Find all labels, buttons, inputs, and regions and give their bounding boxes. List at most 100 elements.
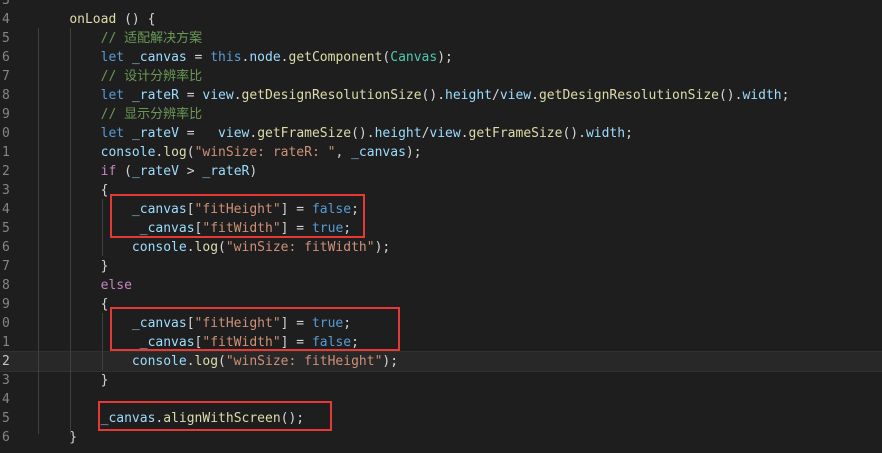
code-token: getDesignResolutionSize xyxy=(538,88,719,103)
code-text: } xyxy=(38,428,77,447)
line-number: 1 xyxy=(2,145,10,160)
code-token: let xyxy=(100,50,125,65)
code-token: ( xyxy=(218,240,226,255)
line-number: 4 xyxy=(2,202,10,217)
code-token: ); xyxy=(382,354,399,369)
code-token: ) xyxy=(249,164,258,179)
code-token: width xyxy=(742,88,782,103)
code-token: . xyxy=(280,50,289,65)
code-token: // 显示分辨率比 xyxy=(100,107,203,122)
code-token: . xyxy=(249,126,258,141)
code-token: > xyxy=(178,164,203,179)
code-token: view xyxy=(429,126,461,141)
code-text: console.log("winSize: fitHeight"); xyxy=(38,352,398,371)
code-line[interactable]: 8 let _rateR = view.getDesignResolutionS… xyxy=(0,86,882,105)
code-token: getFrameSize xyxy=(257,126,352,141)
code-text: else xyxy=(38,276,132,295)
code-token: { xyxy=(38,297,109,312)
line-number: 5 xyxy=(2,31,10,46)
code-token: } xyxy=(38,259,109,274)
code-token: } xyxy=(38,430,78,445)
code-token: = xyxy=(178,88,203,103)
code-token: (). xyxy=(351,126,375,141)
code-token: _canvas xyxy=(131,50,187,65)
code-token: . xyxy=(186,240,195,255)
code-line[interactable]: 3 } xyxy=(0,371,882,390)
code-text: } xyxy=(38,371,109,390)
line-number: 7 xyxy=(2,259,10,274)
code-token: getFrameSize xyxy=(468,126,563,141)
code-token: console xyxy=(131,240,187,255)
code-token: (). xyxy=(718,88,743,103)
code-editor[interactable]: 34 onLoad () {5 // 适配解决方案 6 let _canvas =… xyxy=(0,0,882,453)
line-number: 6 xyxy=(2,430,10,445)
code-token: log xyxy=(194,354,219,369)
highlight-box-align-call xyxy=(98,401,332,431)
code-token: = xyxy=(186,50,211,65)
code-token: if xyxy=(100,164,117,179)
line-number: 3 xyxy=(2,183,10,198)
code-line[interactable]: 0 let _rateV = view.getFrameSize().heigh… xyxy=(0,124,882,143)
code-token: "winSize: fitWidth" xyxy=(225,240,375,255)
code-text: // 显示分辨率比 xyxy=(38,105,202,124)
code-token: . xyxy=(186,354,195,369)
code-token: _rateR xyxy=(131,88,179,103)
line-number: 3 xyxy=(2,0,10,8)
code-text: onLoad () { xyxy=(38,10,155,29)
code-line[interactable]: 7 // 设计分辨率比 xyxy=(0,67,882,86)
code-token: view xyxy=(218,126,250,141)
code-token: / xyxy=(492,88,500,103)
code-line[interactable]: 6 let _canvas = this.node.getComponent(C… xyxy=(0,48,882,67)
code-token: . xyxy=(531,88,539,103)
code-line[interactable]: 3 xyxy=(0,0,882,10)
code-token: ); xyxy=(405,145,422,160)
code-line[interactable]: 4 onLoad () { xyxy=(0,10,882,29)
code-token: { xyxy=(38,183,109,198)
code-line[interactable]: 5 // 适配解决方案 xyxy=(0,29,882,48)
line-number: 0 xyxy=(2,316,10,331)
code-token: . xyxy=(460,126,469,141)
code-line[interactable]: 7 } xyxy=(0,257,882,276)
code-text: let _rateR = view.getDesignResolutionSiz… xyxy=(38,86,790,105)
code-token: let xyxy=(100,88,125,103)
code-text: // 适配解决方案 xyxy=(38,29,202,48)
code-line[interactable]: 2 if (_rateV > _rateR) xyxy=(0,162,882,181)
code-token: ); xyxy=(437,50,453,65)
line-number: 1 xyxy=(2,335,10,350)
code-token: ); xyxy=(374,240,391,255)
code-token: node xyxy=(249,50,281,65)
code-token: onLoad xyxy=(69,12,117,27)
line-number: 5 xyxy=(2,411,10,426)
line-number: 6 xyxy=(2,50,10,65)
line-number: 9 xyxy=(2,297,10,312)
code-token: , xyxy=(335,145,352,160)
line-number: 2 xyxy=(2,164,10,179)
line-number: 0 xyxy=(2,126,10,141)
code-line[interactable]: 6 console.log("winSize: fitWidth"); xyxy=(0,238,882,257)
code-token: getComponent xyxy=(288,50,383,65)
code-token: _rateV xyxy=(131,126,179,141)
code-token: log xyxy=(194,240,219,255)
code-line[interactable]: 1 console.log("winSize: rateR: ", _canva… xyxy=(0,143,882,162)
code-token: ; xyxy=(781,88,790,103)
indent-guide xyxy=(102,199,103,256)
code-line[interactable]: 2 console.log("winSize: fitHeight"); xyxy=(0,351,882,372)
code-token: // 适配解决方案 xyxy=(100,31,203,46)
code-text: console.log("winSize: rateR: ", _canvas)… xyxy=(38,143,422,162)
code-token: // 设计分辨率比 xyxy=(100,69,203,84)
code-line[interactable]: 9 // 显示分辨率比 xyxy=(0,105,882,124)
code-token: let xyxy=(100,126,125,141)
code-line[interactable]: 8 else xyxy=(0,276,882,295)
line-number: 9 xyxy=(2,107,10,122)
indent-guide xyxy=(70,28,71,434)
code-token: (). xyxy=(421,88,446,103)
code-token: view xyxy=(202,88,234,103)
code-token: console xyxy=(131,354,187,369)
code-token: Canvas xyxy=(390,50,438,65)
indent-guide xyxy=(102,313,103,370)
code-text: } xyxy=(38,257,109,276)
